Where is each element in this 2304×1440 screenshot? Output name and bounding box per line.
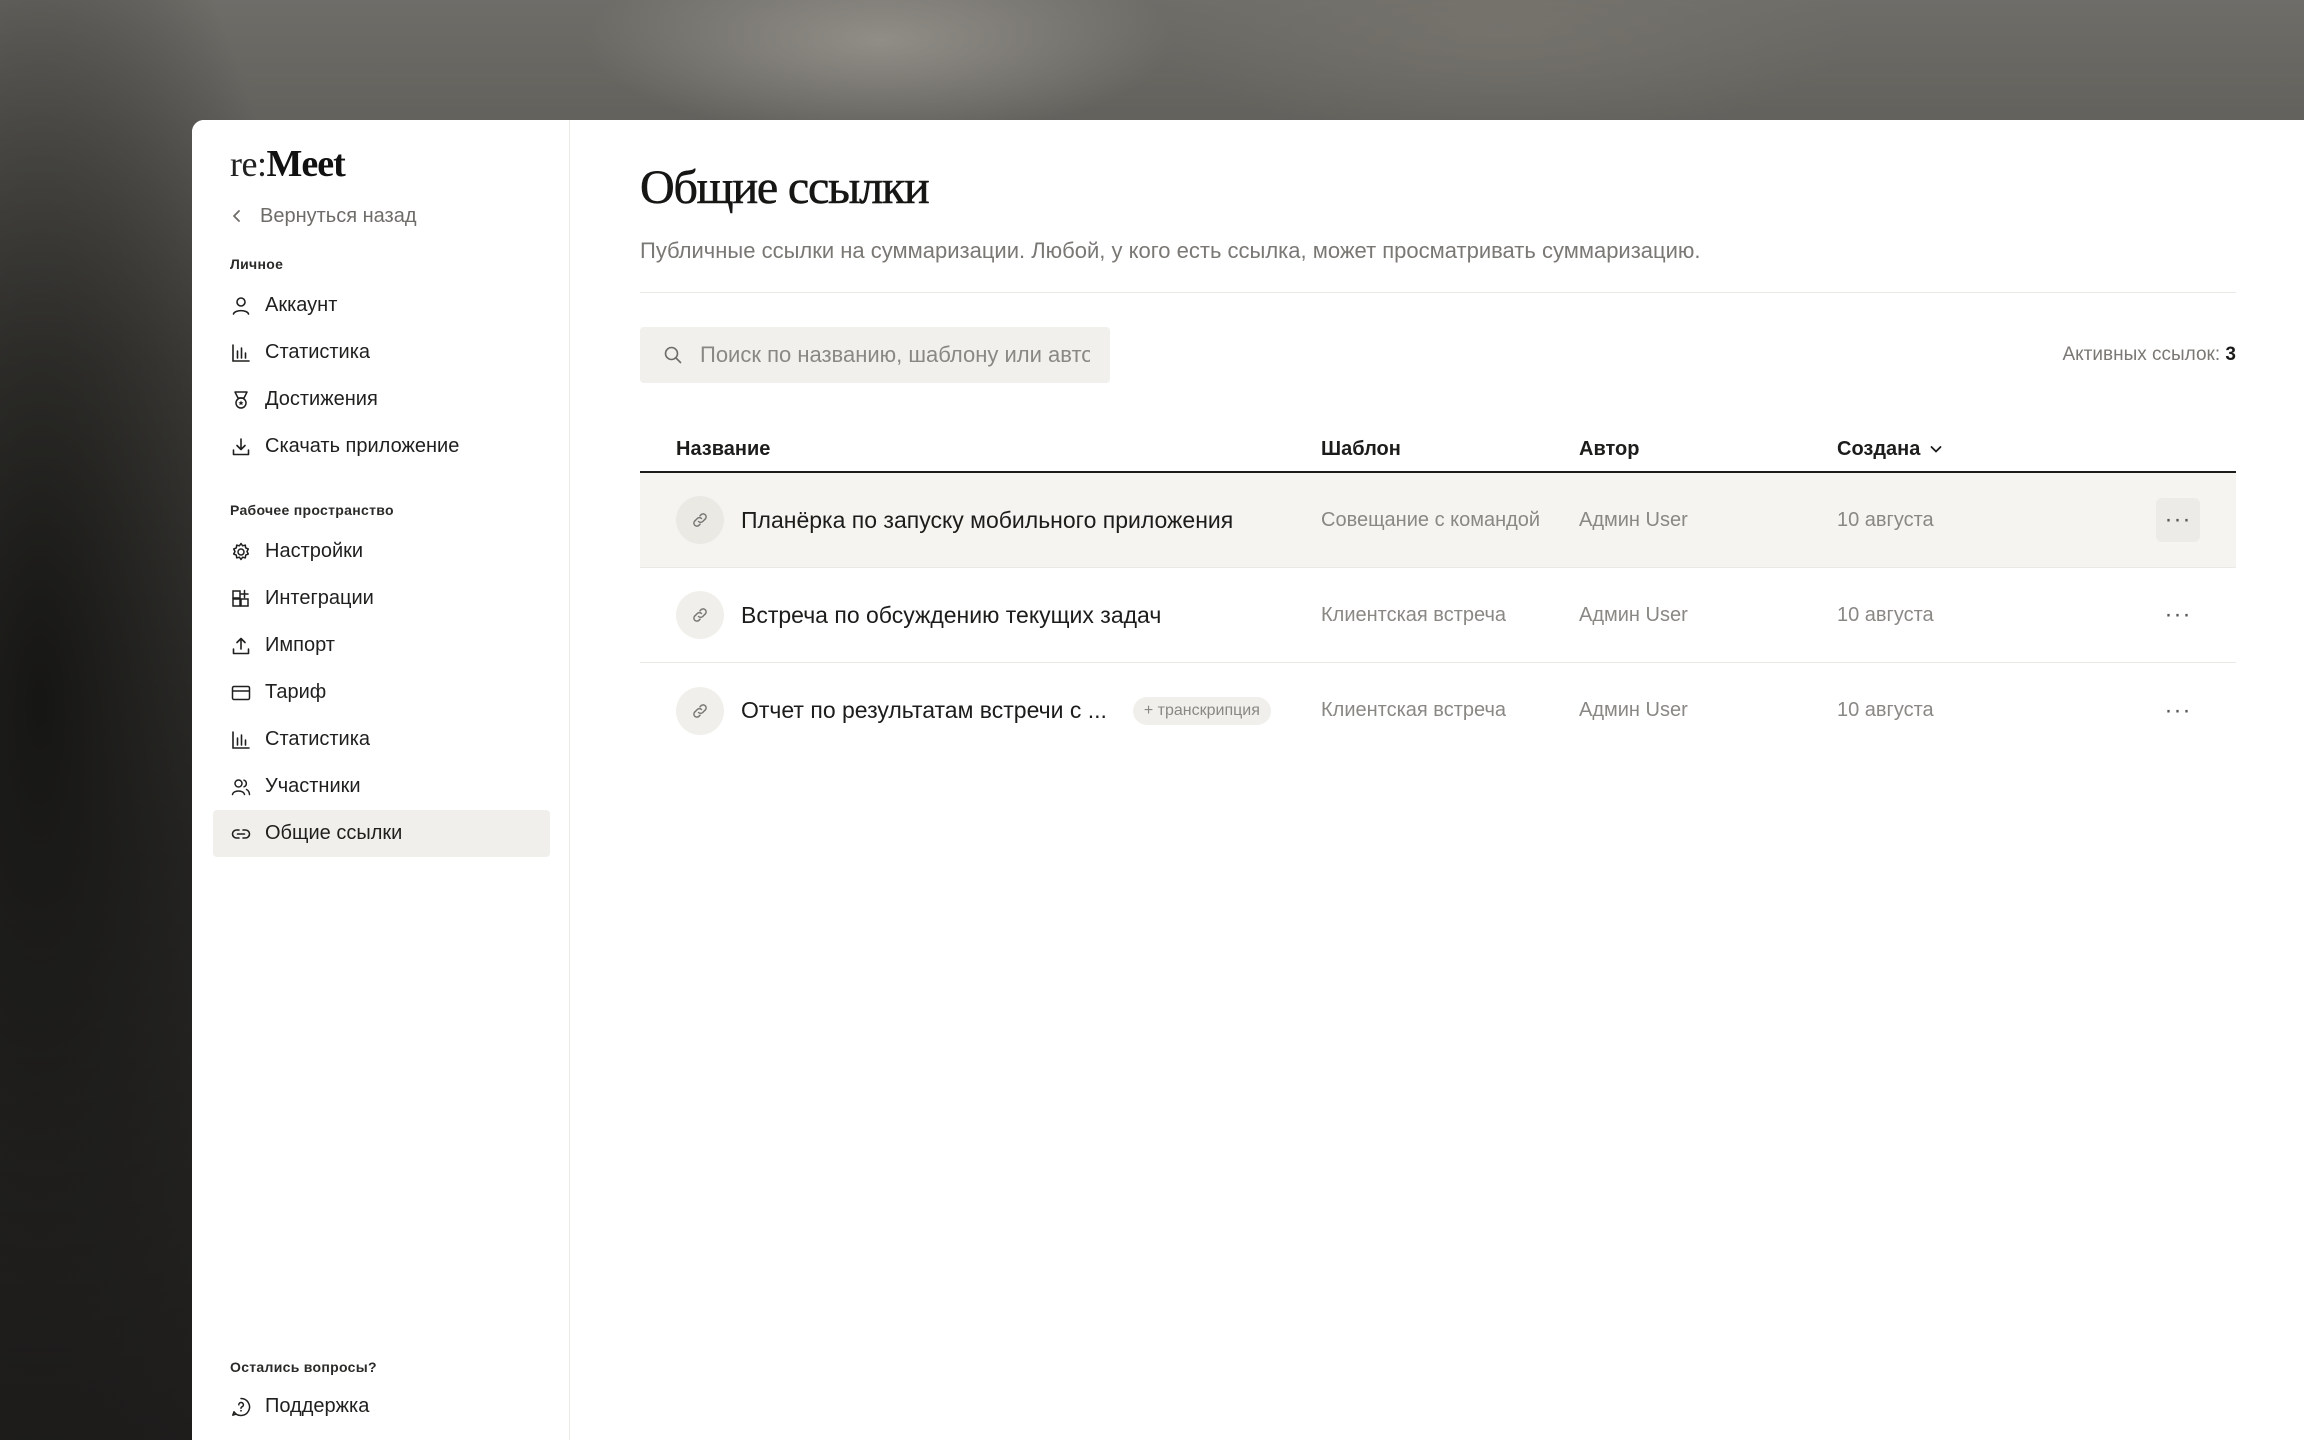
sidebar: re: Meet Вернуться назад Личное Аккаунт … bbox=[192, 120, 570, 1440]
section-label-workspace: Рабочее пространство bbox=[230, 502, 394, 518]
sidebar-item-label: Импорт bbox=[265, 634, 335, 656]
sidebar-item-label: Скачать приложение bbox=[265, 435, 460, 457]
download-icon bbox=[232, 437, 250, 455]
row-created: 10 августа bbox=[1837, 699, 1934, 721]
upload-icon bbox=[232, 637, 250, 654]
sidebar-item-tariff[interactable]: Тариф bbox=[213, 669, 550, 716]
bar-chart-icon bbox=[232, 343, 250, 362]
sidebar-item-label: Интеграции bbox=[265, 587, 374, 609]
transcription-badge: + транскрипция bbox=[1132, 696, 1271, 725]
active-count-value: 3 bbox=[2225, 344, 2236, 365]
sidebar-item-members[interactable]: Участники bbox=[213, 763, 550, 810]
row-template: Клиентская встреча bbox=[1321, 603, 1506, 626]
sidebar-item-statistics-workspace[interactable]: Статистика bbox=[213, 716, 550, 763]
table-row[interactable]: Отчет по результатам встречи с ... + тра… bbox=[640, 663, 2236, 758]
credit-card-icon bbox=[231, 685, 251, 700]
sidebar-item-support[interactable]: Поддержка bbox=[213, 1383, 551, 1430]
active-count-label: Активных ссылок: bbox=[2062, 344, 2221, 365]
sidebar-item-settings[interactable]: Настройки bbox=[213, 528, 550, 575]
row-author: Админ User bbox=[1579, 699, 1688, 721]
row-template: Совещание с командой bbox=[1321, 508, 1541, 531]
sidebar-item-label: Достижения bbox=[265, 388, 378, 410]
table-row[interactable]: Планёрка по запуску мобильного приложени… bbox=[640, 473, 2236, 568]
search-input[interactable] bbox=[700, 342, 1090, 368]
sidebar-item-label: Участники bbox=[265, 775, 361, 797]
more-options-button[interactable]: ··· bbox=[2156, 689, 2200, 733]
sidebar-item-label: Статистика bbox=[265, 728, 371, 750]
toolbar: Активных ссылок: 3 bbox=[640, 327, 2236, 383]
back-link-label: Вернуться назад bbox=[260, 204, 417, 227]
search-box bbox=[640, 327, 1110, 383]
section-label-personal: Личное bbox=[230, 256, 284, 272]
sidebar-item-account[interactable]: Аккаунт bbox=[213, 282, 550, 329]
sidebar-item-import[interactable]: Импорт bbox=[213, 622, 550, 669]
sidebar-item-statistics-personal[interactable]: Статистика bbox=[213, 329, 550, 376]
sidebar-item-label: Поддержка bbox=[265, 1395, 370, 1417]
gear-icon bbox=[232, 542, 250, 560]
shared-links-table: Название Шаблон Автор Создана Планёрка п… bbox=[640, 427, 2236, 758]
row-name[interactable]: Отчет по результатам встречи с ... bbox=[741, 697, 1107, 724]
divider bbox=[640, 292, 2236, 293]
more-options-button[interactable]: ··· bbox=[2156, 593, 2200, 637]
row-created: 10 августа bbox=[1837, 508, 1934, 531]
row-author: Админ User bbox=[1579, 508, 1688, 531]
column-header-name[interactable]: Название bbox=[640, 438, 1321, 461]
sidebar-item-shared-links[interactable]: Общие ссылки bbox=[213, 810, 550, 857]
chevron-left-icon bbox=[233, 210, 240, 222]
logo-prefix: re: bbox=[230, 144, 267, 184]
link-icon-badge bbox=[676, 496, 724, 544]
sidebar-item-label: Тариф bbox=[265, 681, 327, 703]
row-author: Админ User bbox=[1579, 603, 1688, 626]
search-icon bbox=[664, 346, 682, 364]
page-title: Общие ссылки bbox=[640, 161, 930, 215]
section-label-questions: Остались вопросы? bbox=[230, 1359, 377, 1375]
sidebar-item-label: Общие ссылки bbox=[265, 822, 403, 844]
sidebar-item-achievements[interactable]: Достижения bbox=[213, 376, 550, 423]
sidebar-item-label: Статистика bbox=[265, 341, 371, 363]
sidebar-item-label: Настройки bbox=[265, 540, 364, 562]
grid-plus-icon bbox=[232, 589, 249, 607]
row-name[interactable]: Планёрка по запуску мобильного приложени… bbox=[741, 507, 1233, 534]
column-header-created[interactable]: Создана bbox=[1837, 438, 2137, 461]
link-icon bbox=[231, 828, 251, 839]
table-header: Название Шаблон Автор Создана bbox=[640, 427, 2236, 473]
back-link[interactable]: Вернуться назад bbox=[230, 196, 550, 236]
link-icon-badge bbox=[676, 591, 724, 639]
column-header-author[interactable]: Автор bbox=[1579, 438, 1837, 461]
bar-chart-icon bbox=[232, 730, 250, 749]
sidebar-item-download-app[interactable]: Скачать приложение bbox=[213, 423, 550, 470]
link-icon bbox=[693, 513, 707, 527]
app-window: re: Meet Вернуться назад Личное Аккаунт … bbox=[192, 120, 2304, 1440]
chevron-down-icon bbox=[1930, 446, 1942, 453]
main-content: Общие ссылки Публичные ссылки на суммари… bbox=[570, 120, 2304, 1440]
row-created: 10 августа bbox=[1837, 603, 1934, 626]
logo: re: Meet bbox=[230, 142, 550, 185]
help-circle-icon bbox=[232, 1397, 251, 1416]
sidebar-item-label: Аккаунт bbox=[265, 294, 338, 316]
active-links-count: Активных ссылок: 3 bbox=[2062, 344, 2236, 366]
link-icon bbox=[693, 703, 707, 718]
page-subtitle: Публичные ссылки на суммаризации. Любой,… bbox=[640, 238, 1701, 263]
sidebar-footer: Остались вопросы? Поддержка bbox=[213, 1357, 551, 1430]
logo-name: Meet bbox=[266, 143, 345, 185]
column-header-template[interactable]: Шаблон bbox=[1321, 438, 1579, 461]
more-options-button[interactable]: ··· bbox=[2156, 498, 2200, 542]
link-icon-badge bbox=[676, 686, 724, 735]
user-icon bbox=[232, 296, 250, 315]
medal-icon bbox=[234, 390, 248, 409]
row-name[interactable]: Встреча по обсуждению текущих задач bbox=[741, 602, 1161, 629]
users-icon bbox=[231, 778, 251, 795]
column-header-created-label: Создана bbox=[1837, 437, 1921, 460]
sidebar-item-integrations[interactable]: Интеграции bbox=[213, 575, 550, 622]
link-icon bbox=[693, 608, 707, 622]
table-row[interactable]: Встреча по обсуждению текущих задач Клие… bbox=[640, 568, 2236, 663]
row-template: Клиентская встреча bbox=[1321, 699, 1506, 721]
